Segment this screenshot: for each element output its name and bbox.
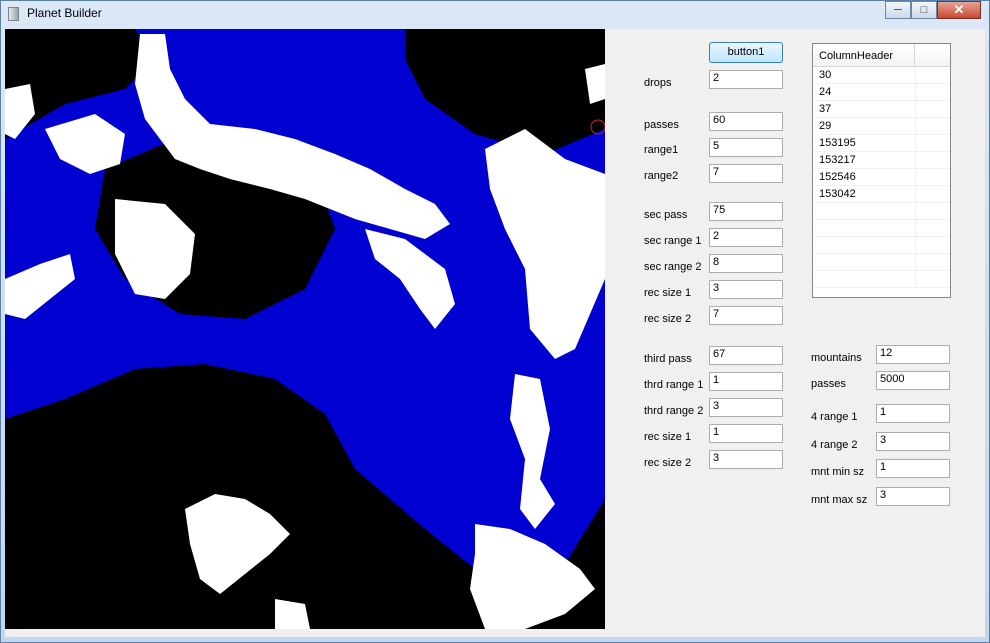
maximize-icon: □	[920, 4, 928, 16]
passes-label: passes	[644, 119, 679, 131]
minimize-button[interactable]: ─	[885, 1, 911, 19]
third-pass-label: third pass	[644, 353, 692, 365]
listview-row[interactable]: 30	[813, 67, 950, 84]
planet-map[interactable]	[5, 29, 605, 629]
sec-pass-label: sec pass	[644, 209, 688, 221]
listview-row[interactable]	[813, 237, 950, 254]
4-range-1-input[interactable]: 1	[876, 404, 950, 423]
4-range-2-label: 4 range 2	[811, 439, 858, 451]
mnt-max-sz-input[interactable]: 3	[876, 487, 950, 506]
listview-row[interactable]: 37	[813, 101, 950, 118]
mnt-max-sz-label: mnt max sz	[811, 494, 868, 506]
listview-row[interactable]	[813, 254, 950, 271]
thrd-range-2-label: thrd range 2	[644, 405, 704, 417]
rec-size-1-input[interactable]: 3	[709, 280, 783, 299]
rec-size-2b-input[interactable]: 3	[709, 450, 783, 469]
rec-size-2-label: rec size 2	[644, 313, 692, 325]
range1-input[interactable]: 5	[709, 138, 783, 157]
mountain-passes-input[interactable]: 5000	[876, 371, 950, 390]
window-title: Planet Builder	[27, 6, 102, 20]
listview-row[interactable]: 152546	[813, 169, 950, 186]
listview-rows: 30 24 37 29 153195 153217 152546 153042	[813, 67, 950, 288]
close-icon: ✕	[953, 2, 965, 17]
listview-row[interactable]: 24	[813, 84, 950, 101]
listview-row[interactable]: 153042	[813, 186, 950, 203]
mountain-passes-label: passes	[811, 378, 846, 390]
listview-row[interactable]	[813, 220, 950, 237]
4-range-1-label: 4 range 1	[811, 411, 858, 423]
range2-input[interactable]: 7	[709, 164, 783, 183]
range2-label: range2	[644, 170, 679, 182]
listview-row[interactable]	[813, 203, 950, 220]
results-listview[interactable]: ColumnHeader 30 24 37 29 153195 153217 152546 1…	[812, 43, 951, 298]
mountains-label: mountains	[811, 352, 862, 364]
button1[interactable]: button1	[709, 42, 783, 63]
listview-row[interactable]: 29	[813, 118, 950, 135]
third-pass-input[interactable]: 67	[709, 346, 783, 365]
sec-range-2-label: sec range 2	[644, 261, 702, 273]
app-icon	[8, 7, 19, 21]
sec-pass-input[interactable]: 75	[709, 202, 783, 221]
maximize-button[interactable]: □	[911, 1, 937, 19]
sec-range-1-label: sec range 1	[644, 235, 702, 247]
drops-input[interactable]: 2	[709, 70, 783, 89]
4-range-2-input[interactable]: 3	[876, 432, 950, 451]
rec-size-1b-label: rec size 1	[644, 431, 692, 443]
range1-label: range1	[644, 144, 679, 156]
thrd-range-2-input[interactable]: 3	[709, 398, 783, 417]
mnt-min-sz-input[interactable]: 1	[876, 459, 950, 478]
passes-input[interactable]: 60	[709, 112, 783, 131]
sec-range-1-input[interactable]: 2	[709, 228, 783, 247]
listview-header: ColumnHeader	[813, 44, 950, 67]
thrd-range-1-input[interactable]: 1	[709, 372, 783, 391]
listview-row[interactable]: 153195	[813, 135, 950, 152]
caption-buttons: ─ □ ✕	[885, 1, 981, 19]
column-header[interactable]: ColumnHeader	[813, 44, 915, 66]
title-bar[interactable]: Planet Builder ─ □ ✕	[1, 1, 989, 27]
client-area: button1 drops 2 passes 60 range1 5 range…	[5, 29, 985, 637]
planet-map-image	[5, 29, 605, 629]
mountains-input[interactable]: 12	[876, 345, 950, 364]
listview-row[interactable]: 153217	[813, 152, 950, 169]
close-button[interactable]: ✕	[937, 1, 981, 19]
rec-size-2-input[interactable]: 7	[709, 306, 783, 325]
minimize-icon: ─	[894, 4, 902, 16]
app-window: Planet Builder ─ □ ✕ button1 drops 2 pas…	[0, 0, 990, 643]
thrd-range-1-label: thrd range 1	[644, 379, 704, 391]
sec-range-2-input[interactable]: 8	[709, 254, 783, 273]
mnt-min-sz-label: mnt min sz	[811, 466, 865, 478]
listview-row[interactable]	[813, 271, 950, 288]
rec-size-1b-input[interactable]: 1	[709, 424, 783, 443]
rec-size-2b-label: rec size 2	[644, 457, 692, 469]
rec-size-1-label: rec size 1	[644, 287, 692, 299]
drops-label: drops	[644, 77, 672, 89]
